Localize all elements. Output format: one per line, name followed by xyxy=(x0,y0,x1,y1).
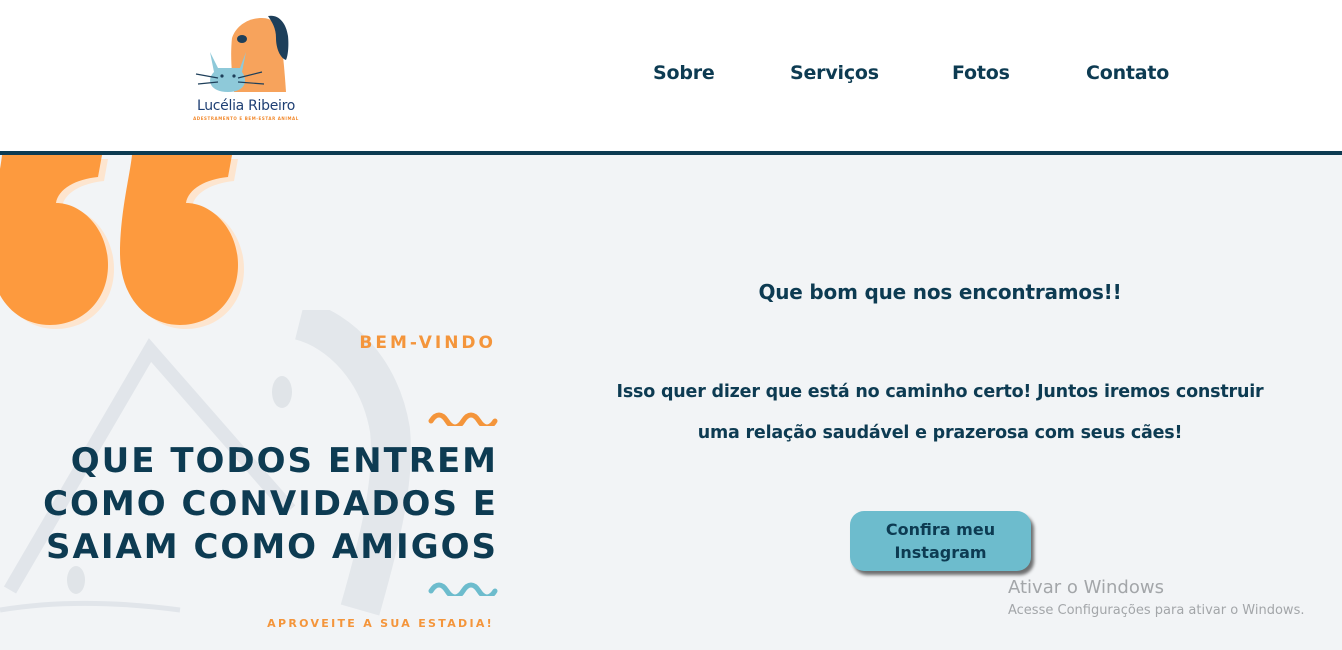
logo-tagline: ADESTRAMENTO E BEM-ESTAR ANIMAL xyxy=(193,116,299,121)
windows-activation-title: Ativar o Windows xyxy=(1008,577,1164,598)
blue-wave-icon xyxy=(428,582,498,596)
welcome-label: BEM-VINDO xyxy=(359,333,496,353)
nav-item-servicos[interactable]: Serviços xyxy=(790,62,879,84)
windows-activation-subtitle: Acesse Configurações para ativar o Windo… xyxy=(1008,603,1305,618)
intro-text-line-2: uma relação saudável e prazerosa com seu… xyxy=(697,423,1183,443)
quotation-mark-icon xyxy=(0,155,244,329)
headline-line-2: COMO CONVIDADOS E xyxy=(43,484,498,524)
enjoy-label: APROVEITE A SUA ESTADIA! xyxy=(267,617,494,630)
site-header: Lucélia Ribeiro ADESTRAMENTO E BEM-ESTAR… xyxy=(0,0,1342,155)
intro-text-line-1: Isso quer dizer que está no caminho cert… xyxy=(616,382,1264,402)
headline-line-1: QUE TODOS ENTREM xyxy=(70,441,498,481)
nav-item-sobre[interactable]: Sobre xyxy=(653,62,715,84)
intro-title: Que bom que nos encontramos!! xyxy=(758,280,1122,304)
intro-text: Isso quer dizer que está no caminho cert… xyxy=(590,372,1290,454)
instagram-button-label-2: Instagram xyxy=(894,543,987,562)
nav-item-contato[interactable]: Contato xyxy=(1086,62,1169,84)
logo[interactable]: Lucélia Ribeiro ADESTRAMENTO E BEM-ESTAR… xyxy=(186,12,306,127)
nav-item-fotos[interactable]: Fotos xyxy=(952,62,1010,84)
headline-line-3: SAIAM COMO AMIGOS xyxy=(46,527,498,567)
headline: QUE TODOS ENTREM COMO CONVIDADOS E SAIAM… xyxy=(0,440,498,569)
orange-wave-icon xyxy=(428,412,498,426)
dog-and-cat-logo-icon xyxy=(195,15,289,92)
logo-name: Lucélia Ribeiro xyxy=(196,98,296,114)
instagram-button[interactable]: Confira meu Instagram xyxy=(850,511,1031,571)
instagram-button-label-1: Confira meu xyxy=(885,520,996,539)
